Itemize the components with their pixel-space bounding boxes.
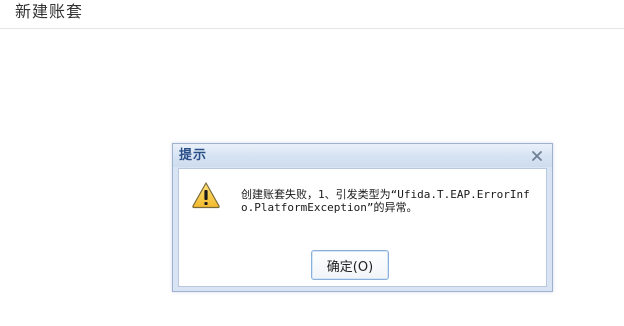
warning-icon (191, 181, 221, 209)
error-message: 创建账套失败，1、引发类型为“Ufida.T.EAP.ErrorInfo.Pla… (241, 188, 530, 214)
page-header: 新建账套 (0, 0, 624, 29)
close-icon[interactable] (530, 148, 544, 162)
dialog-body: 创建账套失败，1、引发类型为“Ufida.T.EAP.ErrorInfo.Pla… (178, 168, 547, 287)
page-title: 新建账套 (15, 2, 84, 21)
alert-dialog: 提示 创建账套失败，1、引发类型为“Ufida.T.EAP.ErrorInfo. (172, 143, 553, 292)
dialog-title: 提示 (179, 148, 208, 163)
ok-button[interactable]: 确定(O) (311, 250, 389, 280)
dialog-titlebar[interactable]: 提示 (173, 144, 552, 167)
